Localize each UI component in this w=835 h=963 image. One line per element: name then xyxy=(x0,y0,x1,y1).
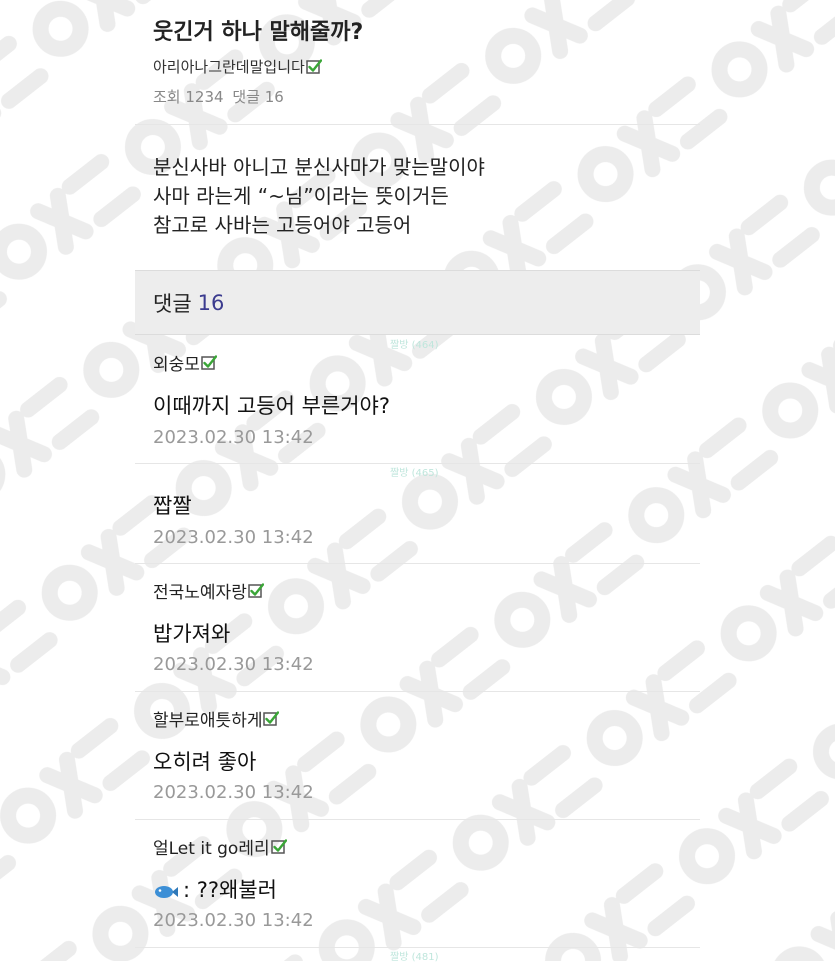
comment-item: 외숭모 이때까지 고등어 부른거야? 2023.02.30 13:42 xyxy=(135,336,700,464)
post-body: 분신사바 아니고 분신사마가 맞는말이야 사마 라는게 “~님”이라는 뜻이거든… xyxy=(153,153,485,240)
comment-author[interactable]: 할부로애틋하게 xyxy=(153,706,280,731)
comment-date: 2023.02.30 13:42 xyxy=(153,782,314,803)
comment-text: 오히려 좋아 xyxy=(153,750,257,774)
comment-date: 2023.02.30 13:42 xyxy=(153,527,314,548)
post-meta: 조회 1234 댓글 16 xyxy=(153,86,288,107)
fish-icon xyxy=(155,886,178,898)
post-author[interactable]: 아리아나그란데말입니다 xyxy=(153,56,322,77)
comment-text: 짭짤 xyxy=(153,494,192,518)
comment-item: 얼Let it go레리 : ??왜불러 2023.02.30 13:42 xyxy=(135,820,700,948)
verified-check-icon xyxy=(263,710,280,726)
comment-text: 밥가져와 xyxy=(153,622,231,646)
comment-author[interactable]: 외숭모 xyxy=(153,350,217,375)
comment-date: 2023.02.30 13:42 xyxy=(153,427,314,448)
verified-check-icon xyxy=(270,838,287,854)
post-author-name: 아리아나그란데말입니다 xyxy=(153,58,305,76)
comment-text: : ??왜불러 xyxy=(183,878,278,902)
post-body-line: 사마 라는게 “~님”이라는 뜻이거든 xyxy=(153,184,449,208)
comment-date: 2023.02.30 13:42 xyxy=(153,654,314,675)
comment-date: 2023.02.30 13:42 xyxy=(153,910,314,931)
comment-author-name: 얼Let it go레리 xyxy=(153,839,270,859)
comment-item: 짭짤 2023.02.30 13:42 xyxy=(135,464,700,564)
comment-text: 이때까지 고등어 부른거야? xyxy=(153,394,391,418)
verified-check-icon xyxy=(201,354,217,370)
post-body-line: 참고로 사바는 고등어야 고등어 xyxy=(153,213,412,237)
comments-header-label: 댓글 xyxy=(153,291,192,316)
comment-item: 전국노예자랑 밥가져와 2023.02.30 13:42 xyxy=(135,564,700,692)
comment-author-name: 할부로애틋하게 xyxy=(153,711,263,731)
comments-header-count: 16 xyxy=(197,290,225,315)
comment-text-row: : ??왜불러 xyxy=(153,874,277,904)
post-title: 웃긴거 하나 말해줄까? xyxy=(153,20,364,45)
verified-check-icon xyxy=(306,58,322,74)
comment-count: 댓글 16 xyxy=(232,88,284,106)
view-count: 조회 1234 xyxy=(153,88,224,106)
verified-check-icon xyxy=(248,582,264,598)
post-body-line: 분신사바 아니고 분신사마가 맞는말이야 xyxy=(153,155,485,179)
comment-author[interactable]: 전국노예자랑 xyxy=(153,578,264,603)
comment-author-name: 전국노예자랑 xyxy=(153,583,247,603)
comments-header: 댓글 16 xyxy=(135,270,700,335)
comment-author-name: 외숭모 xyxy=(153,355,200,375)
comment-item: 할부로애틋하게 오히려 좋아 2023.02.30 13:42 xyxy=(135,692,700,820)
divider xyxy=(135,124,700,125)
comment-author[interactable]: 얼Let it go레리 xyxy=(153,834,287,859)
